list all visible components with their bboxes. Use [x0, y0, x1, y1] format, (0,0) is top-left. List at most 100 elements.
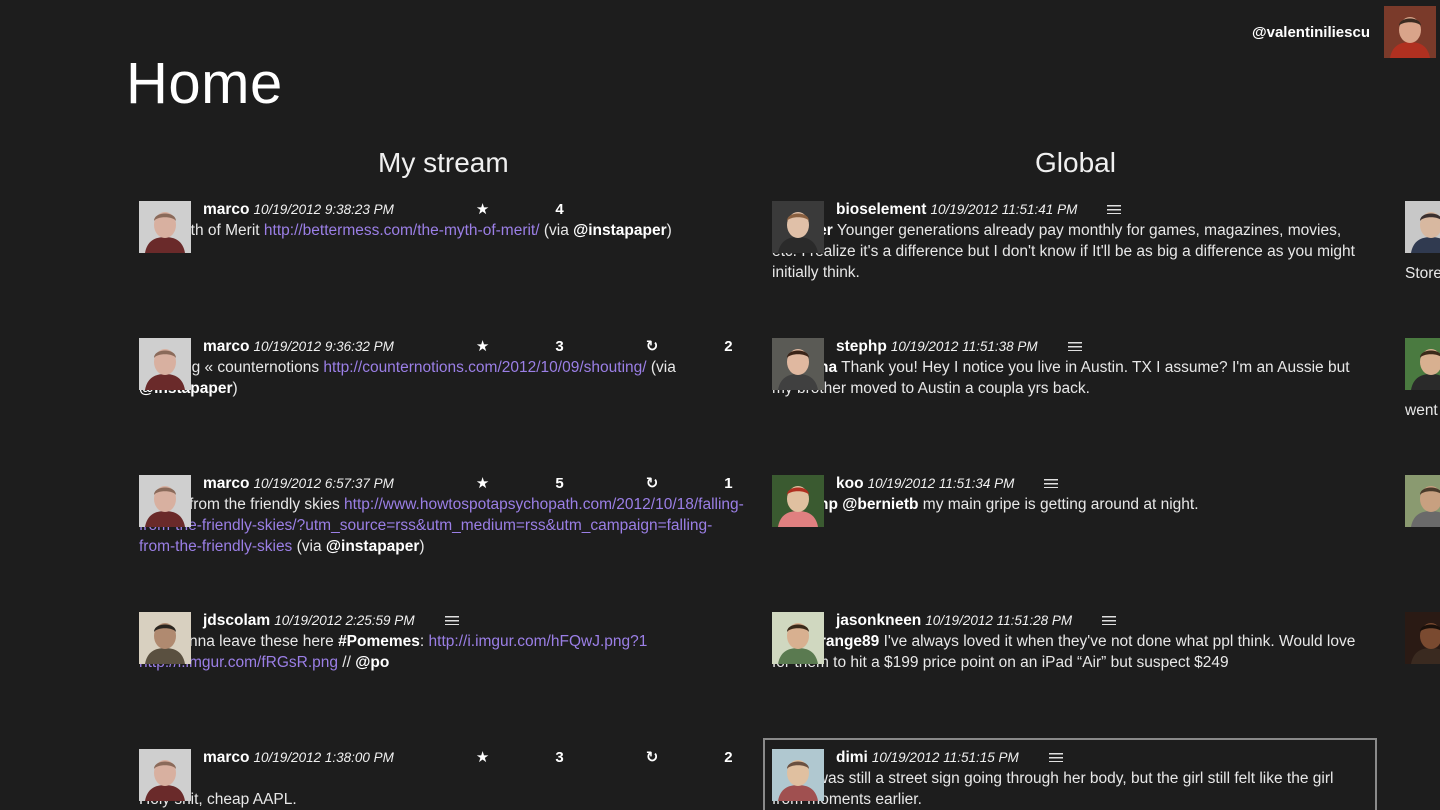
post-text: Younger generations already pay monthly … [772, 222, 1355, 281]
avatar[interactable] [139, 201, 191, 253]
post-body: marco 10/19/2012 1:38:00 PM ★ 3 ↻ 2 Holy shit,… [139, 747, 744, 810]
post-timestamp: 10/19/2012 1:38:00 PM [253, 750, 394, 765]
post-username[interactable]: marco [203, 201, 250, 218]
account-info[interactable]: @valentiniliescu [1252, 6, 1436, 58]
star-icon: ★ [475, 338, 490, 355]
avatar[interactable] [772, 612, 824, 664]
post-text: my main gripe is getting around at night… [918, 496, 1199, 513]
avatar[interactable] [139, 612, 191, 664]
repost-count[interactable]: ↻ 2 [582, 747, 733, 768]
avatar[interactable] [139, 338, 191, 390]
repost-icon: ↻ [645, 475, 659, 492]
peek-text: went [1405, 402, 1438, 419]
post-body: stephp10/19/2012 11:51:38 PM@joanna Than… [772, 336, 1368, 399]
star-icon: ★ [475, 201, 490, 218]
post-text: ) [666, 222, 672, 239]
conversation-icon[interactable] [1048, 753, 1063, 763]
post-body: marco 10/19/2012 6:57:37 PM ★ 5 ↻ 1 Falling fr… [139, 473, 744, 557]
post-timestamp: 10/19/2012 9:36:32 PM [253, 339, 394, 354]
post-meta: stephp 10/19/2012 11:51:38 PM [836, 338, 1082, 355]
post-username[interactable]: bioselement [836, 201, 926, 218]
avatar[interactable] [772, 475, 824, 527]
post-username[interactable]: marco [203, 475, 250, 492]
peek-item[interactable]: went [1405, 338, 1440, 420]
star-icon: ★ [475, 475, 490, 492]
post-meta: marco 10/19/2012 1:38:00 PM ★ 3 ↻ 2 [139, 749, 733, 787]
post-username[interactable]: marco [203, 338, 250, 355]
post-body: marco 10/19/2012 9:38:23 PM ★ 4 The Myth of … [139, 199, 744, 241]
post-text: ) [232, 380, 238, 397]
post-body: jasonkneen 10/19/2012 11:51:28 PM @jeffora… [772, 610, 1368, 673]
page-title: Home [126, 51, 283, 116]
star-count-value: 3 [555, 749, 564, 766]
repost-count[interactable]: ↻ 1 [582, 473, 733, 494]
star-count[interactable]: ★ 5 [412, 473, 564, 494]
account-avatar[interactable] [1384, 6, 1436, 58]
post-item[interactable]: bioselement10/19/2012 11:51:41 PM@lvcife… [772, 199, 1368, 283]
post-text: (via [646, 359, 676, 376]
avatar[interactable] [1405, 475, 1440, 527]
star-count[interactable]: ★ 4 [412, 199, 564, 220]
avatar[interactable] [139, 475, 191, 527]
post-meta: jdscolam 10/19/2012 2:25:59 PM [203, 612, 459, 629]
post-hashtag[interactable]: #Pomemes [338, 633, 420, 650]
post-mention[interactable]: @instapaper [326, 538, 420, 555]
post-link[interactable]: http://i.imgur.com/hFQwJ.png?1 [429, 633, 648, 650]
star-count[interactable]: ★ 3 [412, 336, 564, 357]
post-timestamp: 10/19/2012 11:51:28 PM [925, 613, 1073, 628]
repost-count-value: 1 [724, 475, 733, 492]
post-mention[interactable]: @instapaper [573, 222, 667, 239]
post-item[interactable]: marco 10/19/2012 1:38:00 PM ★ 3 ↻ 2 Holy shit,… [139, 747, 744, 810]
post-item[interactable]: marco 10/19/2012 6:57:37 PM ★ 5 ↻ 1 Falling fr… [139, 473, 744, 557]
post-item[interactable]: dimi 10/19/2012 11:51:15 PM There was stil… [763, 738, 1377, 810]
avatar[interactable] [772, 749, 824, 801]
post-link[interactable]: http://counternotions.com/2012/10/09/sho… [323, 359, 646, 376]
avatar[interactable] [772, 201, 824, 253]
post-item[interactable]: koo10/19/2012 11:51:34 PM@stephp @bernie… [772, 473, 1368, 527]
peek-item[interactable] [1405, 475, 1440, 527]
post-text: // [338, 654, 356, 671]
avatar[interactable] [1405, 201, 1440, 253]
post-item[interactable]: marco 10/19/2012 9:38:23 PM ★ 4 The Myth of … [139, 199, 744, 253]
account-username[interactable]: @valentiniliescu [1252, 24, 1370, 41]
post-username[interactable]: koo [836, 475, 864, 492]
post-username[interactable]: jasonkneen [836, 612, 921, 629]
star-count-value: 4 [555, 201, 564, 218]
star-count-value: 3 [555, 338, 564, 355]
post-item[interactable]: stephp10/19/2012 11:51:38 PM@joanna Than… [772, 336, 1368, 399]
post-text: (via [539, 222, 574, 239]
post-link[interactable]: http://bettermess.com/the-myth-of-merit/ [264, 222, 540, 239]
star-count[interactable]: ★ 3 [412, 747, 564, 768]
avatar[interactable] [139, 749, 191, 801]
post-meta: marco 10/19/2012 9:38:23 PM ★ 4 [203, 201, 564, 218]
repost-icon: ↻ [645, 749, 659, 766]
post-username[interactable]: marco [203, 749, 250, 766]
avatar[interactable] [772, 338, 824, 390]
post-username[interactable]: jdscolam [203, 612, 270, 629]
star-icon: ★ [475, 749, 490, 766]
post-timestamp: 10/19/2012 6:57:37 PM [253, 476, 394, 491]
post-timestamp: 10/19/2012 2:25:59 PM [274, 613, 415, 628]
post-mention[interactable]: @bernietb [842, 496, 918, 513]
conversation-icon[interactable] [1102, 616, 1117, 626]
conversation-icon[interactable] [444, 616, 459, 626]
avatar[interactable] [1405, 612, 1440, 664]
post-username[interactable]: dimi [836, 749, 868, 766]
conversation-icon[interactable] [1067, 342, 1082, 352]
post-item[interactable]: jdscolam 10/19/2012 2:25:59 PM Just gonna … [139, 610, 744, 673]
repost-count[interactable]: ↻ 2 [582, 336, 733, 357]
avatar[interactable] [1405, 338, 1440, 390]
post-body: marco 10/19/2012 9:36:32 PM ★ 3 ↻ 2 Shouting «… [139, 336, 744, 399]
post-timestamp: 10/19/2012 9:38:23 PM [253, 202, 394, 217]
post-timestamp: 10/19/2012 11:51:15 PM [871, 750, 1019, 765]
conversation-icon[interactable] [1107, 205, 1122, 215]
conversation-icon[interactable] [1044, 479, 1059, 489]
post-mention[interactable]: @po [355, 654, 389, 671]
post-meta: marco 10/19/2012 9:36:32 PM ★ 3 ↻ 2 [203, 338, 733, 355]
post-meta: jasonkneen 10/19/2012 11:51:28 PM [836, 612, 1117, 629]
post-item[interactable]: marco 10/19/2012 9:36:32 PM ★ 3 ↻ 2 Shouting «… [139, 336, 744, 399]
peek-item[interactable]: Store [1405, 201, 1440, 283]
peek-item[interactable] [1405, 612, 1440, 664]
post-username[interactable]: stephp [836, 338, 887, 355]
post-item[interactable]: jasonkneen 10/19/2012 11:51:28 PM @jeffora… [772, 610, 1368, 673]
